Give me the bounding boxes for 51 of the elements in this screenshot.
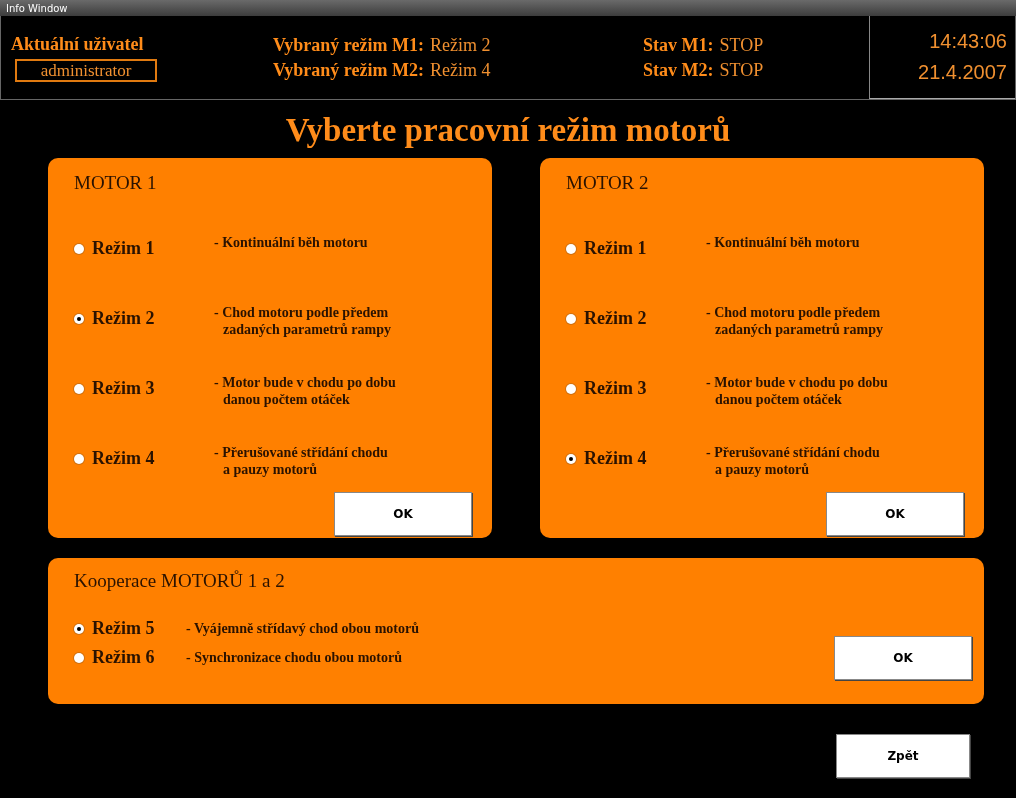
radio-button[interactable] xyxy=(566,243,576,254)
option-label: Režim 3 xyxy=(92,378,155,399)
option-description: - Přerušované střídání chodu a pauzy motorů xyxy=(706,444,880,478)
option-label: Režim 1 xyxy=(584,238,647,259)
state-label: Stav M2: xyxy=(643,59,714,81)
option-description: - Chod motoru podle předem zadaných parametrů rampy xyxy=(706,304,883,338)
radio-button[interactable] xyxy=(566,453,576,464)
radio-button[interactable] xyxy=(74,652,84,663)
radio-button[interactable] xyxy=(74,313,84,324)
option-description: - Motor bude v chodu po dobu danou počtem otáček xyxy=(214,374,396,408)
option-label: Režim 4 xyxy=(584,448,647,469)
option-label: Režim 1 xyxy=(92,238,155,259)
panel-title: Kooperace MOTORŮ 1 a 2 xyxy=(74,570,286,592)
radio-button[interactable] xyxy=(74,243,84,254)
time-text: 14:43:06 xyxy=(929,30,1007,53)
option-description: - Přerušované střídání chodu a pauzy motorů xyxy=(214,444,388,478)
date-text: 21.4.2007 xyxy=(918,61,1007,84)
ok-button[interactable]: OK xyxy=(826,492,964,536)
mode-label: Vybraný režim M1: xyxy=(273,34,424,56)
option-description: - Motor bude v chodu po dobu danou počtem otáček xyxy=(706,374,888,408)
radio-button[interactable] xyxy=(566,313,576,324)
state-value: STOP xyxy=(719,59,764,81)
radio-button[interactable] xyxy=(74,623,84,634)
mode-value: Režim 4 xyxy=(430,59,491,81)
mode-label: Vybraný režim M2: xyxy=(273,59,424,81)
ok-button[interactable]: OK xyxy=(834,636,972,680)
panel-title: MOTOR 1 xyxy=(74,172,158,194)
option-label: Režim 5 xyxy=(92,618,155,639)
page-heading: Vyberte pracovní režim motorů xyxy=(284,111,732,150)
ok-button[interactable]: OK xyxy=(334,492,472,536)
state-label: Stav M1: xyxy=(643,34,714,56)
option-description: - Chod motoru podle předem zadaných parametrů rampy xyxy=(214,304,391,338)
option-description: - Vyájemně střídavý chod obou motorů xyxy=(186,620,419,637)
panel-title: MOTOR 2 xyxy=(566,172,650,194)
radio-button[interactable] xyxy=(74,453,84,464)
option-description: - Kontinuální běh motoru xyxy=(214,234,368,251)
radio-button[interactable] xyxy=(566,383,576,394)
option-label: Režim 6 xyxy=(92,647,155,668)
option-label: Režim 4 xyxy=(92,448,155,469)
option-label: Režim 2 xyxy=(92,308,155,329)
option-label: Režim 2 xyxy=(584,308,647,329)
back-button[interactable]: Zpět xyxy=(836,734,970,778)
option-label: Režim 3 xyxy=(584,378,647,399)
mode-value: Režim 2 xyxy=(430,34,491,56)
radio-button[interactable] xyxy=(74,383,84,394)
option-description: - Kontinuální běh motoru xyxy=(706,234,860,251)
option-description: - Synchronizace chodu obou motorů xyxy=(186,649,402,666)
user-name: administrator xyxy=(15,58,157,82)
window-title: Info Window xyxy=(0,0,1016,16)
user-label: Aktuální uživatel xyxy=(11,33,145,55)
state-value: STOP xyxy=(719,34,764,56)
